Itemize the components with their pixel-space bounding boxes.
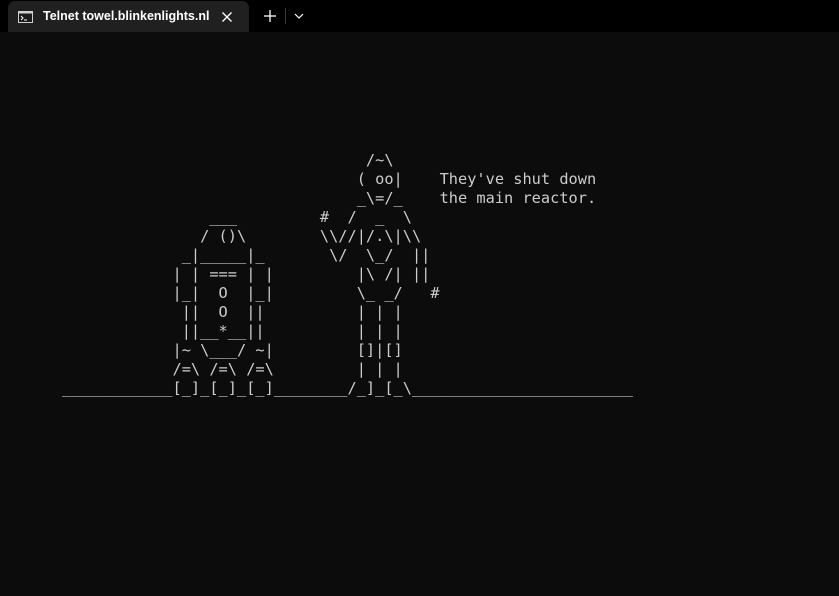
terminal-line: || O || | | |: [62, 303, 403, 321]
terminal-line: ||__*__|| | | |: [62, 322, 403, 340]
terminal-line: ____________[_]_[_]_[_]________/_]_[_\__…: [62, 379, 633, 397]
terminal-line: /=\ /=\ /=\ | | |: [62, 360, 403, 378]
terminal-line: ___ # / _ \: [62, 208, 412, 226]
terminal-line: _|_____|_ \/ \_/ ||: [62, 246, 431, 264]
terminal-output: /~\ ( oo| They've shut down _\=/_ the ma…: [62, 151, 633, 398]
chevron-down-icon[interactable]: [290, 6, 308, 26]
terminal-line: _\=/_ the main reactor.: [62, 189, 597, 207]
plus-icon[interactable]: [259, 5, 281, 27]
terminal-line: ( oo| They've shut down: [62, 170, 597, 188]
terminal-line: / ()\ \\//|/.\|\\: [62, 227, 422, 245]
terminal-window: Telnet towel.blinkenlights.nl /~\ (oo| …: [0, 0, 839, 596]
terminal-line: /~\: [62, 151, 394, 169]
tab-telnet[interactable]: Telnet towel.blinkenlights.nl: [8, 1, 249, 32]
close-icon[interactable]: [218, 8, 236, 26]
terminal-line: |_| O |_| \_ _/ #: [62, 284, 440, 302]
tab-separator: [285, 8, 286, 24]
terminal-line: |~ \___/ ~| []|[]: [62, 341, 403, 359]
terminal-line: | | === | | |\ /| ||: [62, 265, 431, 283]
terminal-body[interactable]: /~\ ( oo| They've shut down _\=/_ the ma…: [0, 32, 839, 596]
terminal-icon: [18, 10, 33, 23]
tab-bar: Telnet towel.blinkenlights.nl: [0, 0, 839, 32]
tab-title: Telnet towel.blinkenlights.nl: [43, 9, 210, 23]
